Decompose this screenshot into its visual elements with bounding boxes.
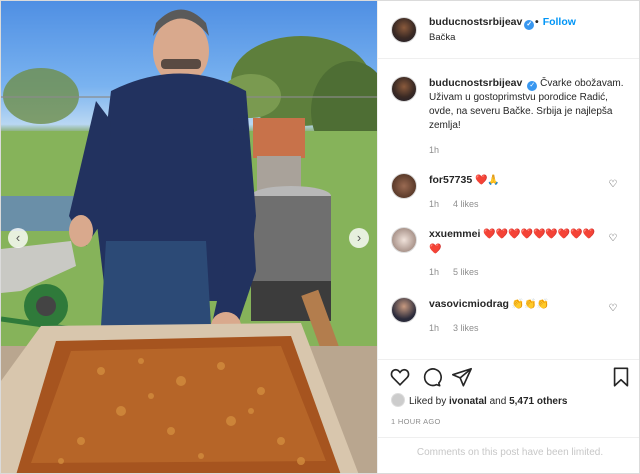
post-side-panel: buducnostsrbijeav ✓ • Follow Bačka buducno…: [377, 1, 639, 473]
commenter-avatar[interactable]: [391, 173, 417, 199]
verified-badge-icon: ✓: [527, 81, 538, 91]
follow-label[interactable]: Follow: [543, 16, 576, 28]
comment-likes[interactable]: 5 likes: [453, 267, 479, 277]
caption-time: 1h: [429, 145, 440, 155]
comment-like-heart-icon[interactable]: ♡: [607, 233, 619, 245]
liked-by-summary[interactable]: Liked by ivonatal and 5,471 others: [391, 393, 567, 407]
author-avatar[interactable]: [391, 17, 417, 43]
author-username-text[interactable]: buducnostsrbijeav: [429, 16, 522, 28]
verified-badge-icon: ✓: [524, 20, 535, 30]
follow-button[interactable]: • Follow: [535, 16, 576, 28]
post-location[interactable]: Bačka: [429, 32, 455, 43]
caption-username[interactable]: buducnostsrbijeav: [429, 77, 522, 89]
post-header: buducnostsrbijeav ✓ • Follow Bačka: [378, 1, 639, 59]
liked-by-count[interactable]: 5,471 others: [509, 396, 567, 407]
comment-bubble-icon[interactable]: [420, 366, 442, 388]
comment-text: vasovicmiodrag 👏👏👏: [429, 297, 607, 312]
commenter-avatar[interactable]: [391, 227, 417, 253]
comment-username[interactable]: for57735: [429, 174, 472, 186]
post-time-ago[interactable]: 1 HOUR AGO: [391, 417, 441, 426]
comment-time: 1h: [429, 267, 440, 277]
comment-meta: 1h 4 likes: [429, 199, 493, 209]
bookmark-save-icon[interactable]: [610, 366, 632, 388]
comment-like-heart-icon[interactable]: ♡: [607, 303, 619, 315]
comment-time: 1h: [429, 199, 440, 209]
liked-by-prefix: Liked by: [409, 396, 447, 407]
comment-text: for57735 ❤️🙏: [429, 173, 607, 188]
comment-likes[interactable]: 4 likes: [453, 199, 479, 209]
liked-by-and: and: [489, 396, 507, 407]
liked-by-user[interactable]: ivonatal: [449, 396, 487, 407]
like-heart-icon[interactable]: [389, 366, 411, 388]
separator-dot: •: [535, 16, 539, 28]
chevron-left-icon: ‹: [15, 230, 21, 245]
comment-time: 1h: [429, 323, 440, 333]
post-actions: [378, 359, 639, 391]
comments-limited-notice: Comments on this post have been limited.: [378, 437, 639, 473]
comment-username[interactable]: vasovicmiodrag: [429, 298, 509, 310]
comment-likes[interactable]: 3 likes: [453, 323, 479, 333]
share-send-icon[interactable]: [451, 366, 473, 388]
photo-prev-button[interactable]: ‹: [8, 228, 28, 248]
photo-scene: [1, 9, 377, 473]
commenter-avatar[interactable]: [391, 297, 417, 323]
comment-body: 👏👏👏: [511, 299, 550, 310]
comment-text: xxuemmei ❤️❤️❤️❤️❤️❤️❤️❤️❤️❤️: [429, 227, 607, 257]
comment-meta: 1h 3 likes: [429, 323, 493, 333]
comment-like-heart-icon[interactable]: ♡: [607, 179, 619, 191]
caption-avatar[interactable]: [391, 76, 417, 102]
instagram-post: ‹ › buducnostsrbijeav ✓ • Follow Bačka bud…: [0, 0, 640, 474]
comment-meta: 1h 5 likes: [429, 267, 493, 277]
comment-body: ❤️🙏: [474, 175, 500, 186]
chevron-right-icon: ›: [356, 230, 362, 245]
comment-username[interactable]: xxuemmei: [429, 228, 480, 240]
comments-list[interactable]: buducnostsrbijeav ✓ Čvarke obožavam. Uživ…: [378, 59, 639, 355]
liker-avatar: [391, 393, 405, 407]
post-photo[interactable]: ‹ ›: [1, 1, 377, 473]
post-caption: buducnostsrbijeav ✓ Čvarke obožavam. Uživ…: [429, 76, 629, 133]
photo-next-button[interactable]: ›: [349, 228, 369, 248]
author-username[interactable]: buducnostsrbijeav ✓: [429, 16, 535, 30]
